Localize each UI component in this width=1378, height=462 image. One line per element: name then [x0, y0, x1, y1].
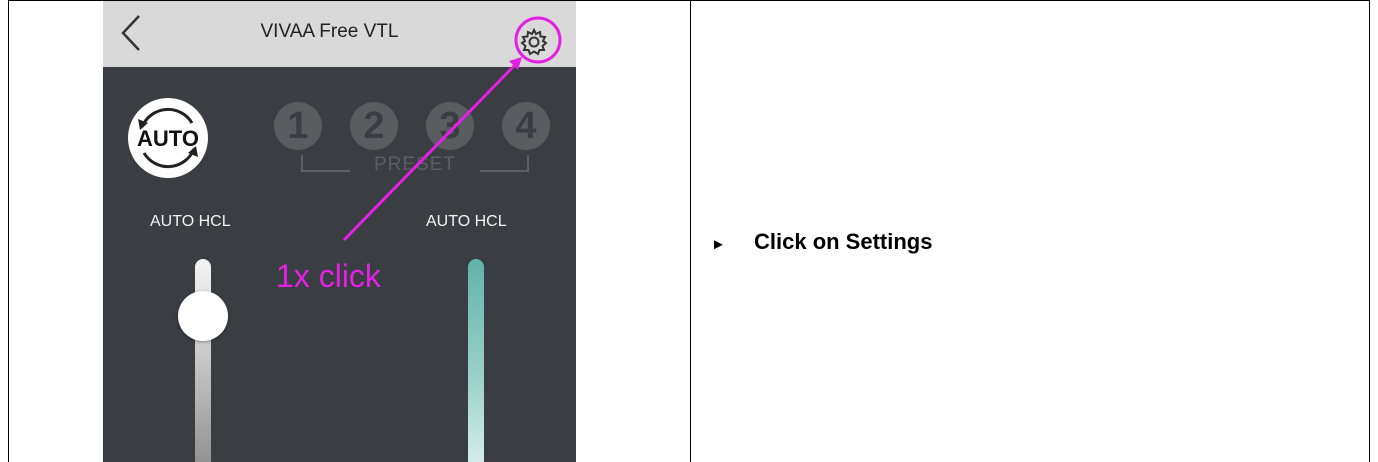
bullet-icon: ► — [711, 236, 726, 253]
right-slider-track[interactable] — [468, 259, 484, 462]
app-title: VIVAA Free VTL — [260, 21, 399, 42]
preset-3-button[interactable]: 3 — [426, 102, 474, 150]
left-slider-thumb[interactable] — [178, 291, 228, 341]
instruction-text: Click on Settings — [754, 229, 933, 254]
auto-label: AUTO — [137, 126, 199, 151]
preset-4-button[interactable]: 4 — [502, 102, 550, 150]
preset-label: PRESET — [373, 154, 457, 175]
table-column-divider — [690, 0, 691, 462]
left-slider-label: AUTO HCL — [150, 213, 231, 230]
left-slider-track[interactable] — [195, 259, 211, 462]
preset-group: PRESET — [300, 153, 530, 175]
preset-1-button[interactable]: 1 — [274, 102, 322, 150]
callout-text: 1x click — [276, 258, 381, 294]
right-slider-label: AUTO HCL — [426, 213, 507, 230]
preset-2-button[interactable]: 2 — [350, 102, 398, 150]
app-screenshot: VIVAA Free VTL AUTO 1 2 3 4 PRESET AUTO … — [103, 1, 576, 462]
auto-mode-button[interactable]: AUTO — [122, 97, 214, 179]
gear-icon[interactable] — [520, 28, 548, 56]
nav-bar: VIVAA Free VTL — [103, 1, 576, 67]
